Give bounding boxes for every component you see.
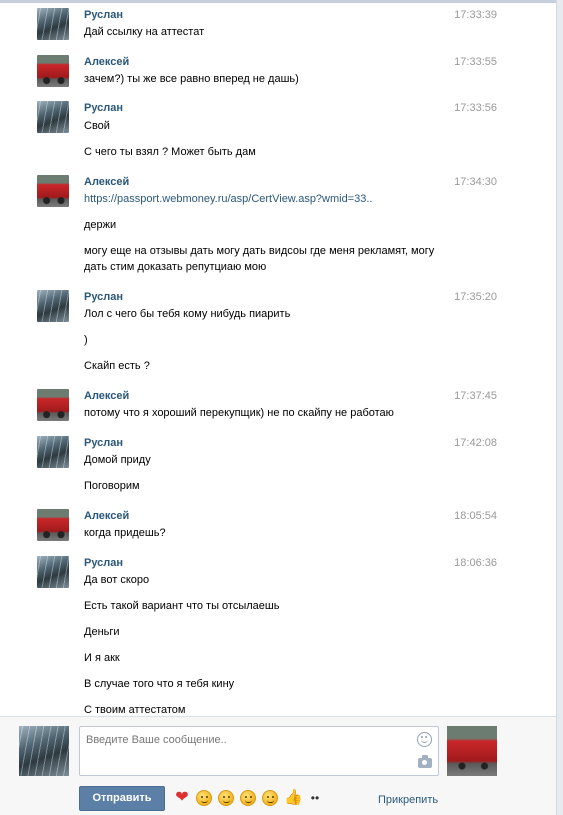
- avatar[interactable]: [37, 389, 69, 421]
- message-text: Есть такой вариант что ты отсылаешь: [84, 600, 280, 612]
- author-name[interactable]: Алексей: [84, 510, 129, 522]
- message-text: Лол с чего бы тебя кому нибудь пиарить: [84, 308, 291, 320]
- smile-icon[interactable]: [417, 732, 432, 747]
- message-text: Деньги: [84, 626, 120, 638]
- eyes-icon[interactable]: ••: [306, 790, 324, 806]
- message-time: 17:35:20: [454, 291, 497, 303]
- author-name[interactable]: Руслан: [84, 291, 123, 303]
- message-text: В случае того что я тебя кину: [84, 678, 235, 690]
- scrollbar-track[interactable]: [556, 0, 563, 815]
- emoji-face-icon[interactable]: [196, 790, 212, 806]
- message-text: И я акк: [84, 652, 120, 664]
- attach-link[interactable]: Прикрепить: [378, 794, 438, 806]
- message-text: Да вот скоро: [84, 574, 150, 586]
- message-text: зачем?) ты же все равно вперед не дашь): [84, 73, 299, 85]
- message-time: 17:42:08: [454, 437, 497, 449]
- author-name[interactable]: Алексей: [84, 176, 129, 188]
- message-feed: Руслан 17:33:39 Дай ссылку на аттестат А…: [0, 0, 556, 716]
- message-text: Дай ссылку на аттестат: [84, 26, 205, 38]
- message-text: Домой приду: [84, 454, 151, 466]
- message-text: Свой: [84, 120, 110, 132]
- message-text: дать стим доказать репутциаю мою: [84, 261, 267, 273]
- message-text: Поговорим: [84, 480, 140, 492]
- message-text: держи: [84, 219, 117, 231]
- message-text: ): [84, 334, 88, 346]
- emoji-face-icon[interactable]: [262, 790, 278, 806]
- avatar[interactable]: [37, 175, 69, 207]
- emoji-face-icon[interactable]: [240, 790, 256, 806]
- message-time: 18:06:36: [454, 557, 497, 569]
- avatar[interactable]: [37, 436, 69, 468]
- send-button[interactable]: Отправить: [79, 786, 165, 811]
- author-name[interactable]: Руслан: [84, 9, 123, 21]
- avatar[interactable]: [37, 101, 69, 133]
- message-text: могу еще на отзывы дать могу дать видсоы…: [84, 245, 435, 257]
- avatar[interactable]: [37, 8, 69, 40]
- message-time: 17:34:30: [454, 176, 497, 188]
- author-name[interactable]: Алексей: [84, 390, 129, 402]
- message-text: потому что я хороший перекупщик) не по с…: [84, 407, 394, 419]
- avatar[interactable]: [37, 290, 69, 322]
- author-name[interactable]: Руслан: [84, 102, 123, 114]
- message-text: С твоим аттестатом: [84, 704, 186, 716]
- my-avatar[interactable]: [19, 726, 69, 776]
- composer-panel: Введите Ваше сообщение.. Отправить ❤ 👍 •…: [0, 716, 556, 815]
- message-input[interactable]: Введите Ваше сообщение..: [79, 726, 439, 776]
- message-text: С чего ты взял ? Может быть дам: [84, 146, 256, 158]
- message-text: Скайп есть ?: [84, 360, 150, 372]
- message-time: 17:33:56: [454, 102, 497, 114]
- emoji-face-icon[interactable]: [218, 790, 234, 806]
- author-name[interactable]: Алексей: [84, 56, 129, 68]
- camera-icon[interactable]: [418, 755, 432, 768]
- author-name[interactable]: Руслан: [84, 437, 123, 449]
- message-time: 18:05:54: [454, 510, 497, 522]
- peer-avatar[interactable]: [447, 726, 497, 776]
- avatar[interactable]: [37, 55, 69, 87]
- avatar[interactable]: [37, 509, 69, 541]
- message-link[interactable]: https://passport.webmoney.ru/asp/CertVie…: [84, 191, 444, 207]
- author-name[interactable]: Руслан: [84, 557, 123, 569]
- message-time: 17:33:55: [454, 56, 497, 68]
- heart-icon[interactable]: ❤: [174, 790, 190, 806]
- thumbs-up-icon[interactable]: 👍: [284, 790, 303, 806]
- message-text: когда придешь?: [84, 527, 166, 539]
- avatar[interactable]: [37, 556, 69, 588]
- message-time: 17:37:45: [454, 390, 497, 402]
- message-time: 17:33:39: [454, 9, 497, 21]
- message-placeholder: Введите Ваше сообщение..: [86, 734, 227, 746]
